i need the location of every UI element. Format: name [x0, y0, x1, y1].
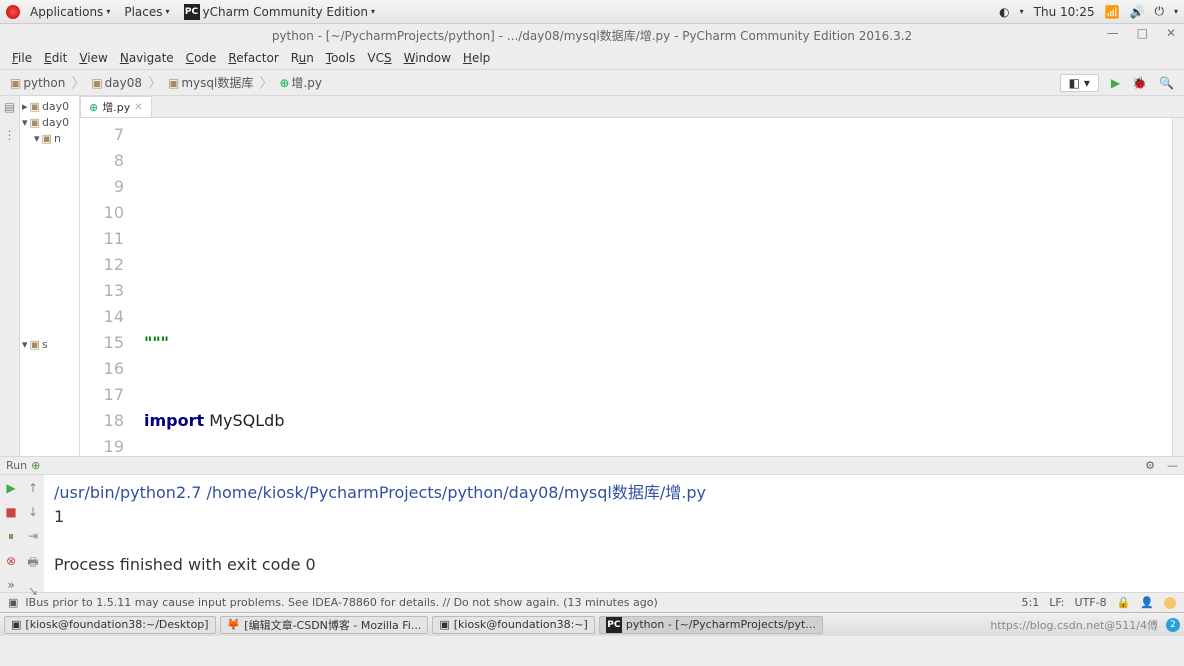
- crumb-mysqldb[interactable]: mysql数据库: [181, 74, 253, 91]
- debug-button[interactable]: 🐞: [1132, 76, 1147, 90]
- status-bar: ▣ IBus prior to 1.5.11 may cause input p…: [0, 592, 1184, 612]
- code-area[interactable]: """ import MySQLdb # 打开门 conn = MySQLdb.…: [136, 118, 1172, 456]
- status-message[interactable]: IBus prior to 1.5.11 may cause input pro…: [25, 596, 657, 609]
- clock[interactable]: Thu 10:25: [1034, 5, 1095, 19]
- python-file-icon: ⊕: [279, 76, 289, 90]
- print-icon[interactable]: 🖶: [27, 553, 38, 574]
- close-button[interactable]: ✕: [1166, 26, 1176, 40]
- event-log-icon[interactable]: [1164, 597, 1176, 609]
- editor-tab[interactable]: ⊕ 增.py ✕: [80, 96, 152, 117]
- editor-scrollbar[interactable]: [1172, 118, 1184, 456]
- run-button[interactable]: ▶: [1111, 76, 1120, 90]
- pycharm-menu[interactable]: PCyCharm Community Edition ▾: [180, 4, 379, 20]
- run-config-selector[interactable]: ◧ ▾: [1060, 74, 1099, 92]
- run-actions-gutter: ▶ ■ ⏸ ⊗ »: [0, 475, 22, 592]
- task-terminal-1[interactable]: ▣[kiosk@foundation38:~/Desktop]: [4, 616, 216, 634]
- wrap-icon[interactable]: ⇥: [28, 529, 38, 543]
- places-menu[interactable]: Places ▾: [120, 5, 173, 19]
- pause-icon[interactable]: ⏸: [8, 529, 14, 544]
- line-numbers: 789 101112 131415 161718 19: [80, 118, 136, 456]
- left-tool-gutter: ▤ ⋮: [0, 96, 20, 456]
- menu-code[interactable]: Code: [182, 49, 221, 67]
- project-tree[interactable]: ▸ ▣day0 ▾ ▣day0 ▾ ▣n ▾ ▣s: [20, 96, 80, 456]
- terminal-icon: ▣: [439, 618, 449, 631]
- menu-navigate[interactable]: Navigate: [116, 49, 178, 67]
- maximize-button[interactable]: □: [1137, 26, 1148, 40]
- navigation-bar: ▣ python 〉 ▣ day08 〉 ▣ mysql数据库 〉 ⊕ 增.py…: [0, 70, 1184, 96]
- folder-icon: ▣: [91, 76, 102, 90]
- applications-menu[interactable]: Applications ▾: [26, 5, 114, 19]
- close-tab-icon[interactable]: ✕: [134, 102, 142, 113]
- folder-icon: ▣: [168, 76, 179, 90]
- run-console[interactable]: /usr/bin/python2.7 /home/kiosk/PycharmPr…: [44, 475, 1184, 592]
- menu-help[interactable]: Help: [459, 49, 494, 67]
- file-encoding[interactable]: UTF-8: [1075, 596, 1107, 609]
- editor-tabs: ⊕ 增.py ✕: [80, 96, 1184, 118]
- task-pycharm[interactable]: PCpython - [~/PycharmProjects/pyt...: [599, 616, 823, 634]
- window-title: python - [~/PycharmProjects/python] - ..…: [272, 27, 912, 44]
- minimize-button[interactable]: —: [1107, 26, 1119, 40]
- power-icon[interactable]: ⏻: [1154, 4, 1164, 19]
- rerun-icon[interactable]: ▶: [6, 481, 15, 495]
- run-actions-gutter-2: ↑ ↓ ⇥ 🖶 ↘: [22, 475, 44, 592]
- accessibility-icon[interactable]: ◐: [999, 5, 1009, 19]
- pycharm-icon: PC: [606, 617, 622, 633]
- network-icon[interactable]: 📶: [1105, 5, 1120, 19]
- activities-icon[interactable]: [6, 5, 20, 19]
- stop-icon[interactable]: ■: [5, 505, 16, 519]
- menu-edit[interactable]: Edit: [40, 49, 71, 67]
- up-icon[interactable]: ↑: [28, 481, 38, 495]
- close-run-icon[interactable]: ⊗: [6, 554, 16, 568]
- menu-run[interactable]: Run: [287, 49, 318, 67]
- console-command: /usr/bin/python2.7 /home/kiosk/PycharmPr…: [54, 481, 1174, 505]
- code-editor[interactable]: 789 101112 131415 161718 19 """ import M…: [80, 118, 1184, 456]
- structure-tool-icon[interactable]: ⋮: [4, 128, 16, 142]
- search-button[interactable]: 🔍: [1159, 76, 1174, 90]
- crumb-file[interactable]: 增.py: [291, 74, 322, 91]
- window-titlebar: python - [~/PycharmProjects/python] - ..…: [0, 24, 1184, 46]
- crumb-day08[interactable]: day08: [105, 76, 142, 90]
- run-tool-header: Run ⊕ ⚙ —: [0, 456, 1184, 474]
- task-terminal-2[interactable]: ▣[kiosk@foundation38:~]: [432, 616, 595, 634]
- run-script-icon: ⊕: [31, 459, 40, 472]
- inspector-icon[interactable]: 👤: [1140, 596, 1154, 609]
- menu-tools[interactable]: Tools: [322, 49, 360, 67]
- menu-view[interactable]: View: [75, 49, 111, 67]
- menu-refactor[interactable]: Refactor: [224, 49, 282, 67]
- python-file-icon: ⊕: [89, 101, 98, 114]
- workspace-indicator[interactable]: 2: [1166, 618, 1180, 632]
- line-separator[interactable]: LF:: [1049, 596, 1064, 609]
- task-firefox[interactable]: 🦊[编辑文章-CSDN博客 - Mozilla Fi...: [220, 616, 429, 634]
- console-exit: Process finished with exit code 0: [54, 553, 1174, 577]
- menu-vcs[interactable]: VCS: [363, 49, 395, 67]
- project-tool-icon[interactable]: ▤: [4, 100, 15, 114]
- console-output: 1: [54, 505, 1174, 529]
- menu-file[interactable]: File: [8, 49, 36, 67]
- lock-icon[interactable]: 🔒: [1117, 596, 1131, 609]
- settings-icon[interactable]: ⚙: [1145, 459, 1155, 472]
- terminal-icon: ▣: [11, 618, 21, 631]
- folder-icon: ▣: [10, 76, 21, 90]
- menu-bar: File Edit View Navigate Code Refactor Ru…: [0, 46, 1184, 70]
- menu-window[interactable]: Window: [400, 49, 455, 67]
- more-icon[interactable]: »: [7, 578, 14, 592]
- watermark: https://blog.csdn.net@511/4傅: [990, 617, 1162, 633]
- tool-window-toggle-icon[interactable]: ▣: [8, 596, 18, 609]
- gnome-top-bar: Applications ▾ Places ▾ PCyCharm Communi…: [0, 0, 1184, 24]
- firefox-icon: 🦊: [227, 618, 241, 631]
- down-icon[interactable]: ↓: [28, 505, 38, 519]
- cursor-position: 5:1: [1022, 596, 1040, 609]
- volume-icon[interactable]: 🔊: [1130, 5, 1145, 19]
- gnome-taskbar: ▣[kiosk@foundation38:~/Desktop] 🦊[编辑文章-C…: [0, 612, 1184, 636]
- run-tool-label[interactable]: Run: [6, 459, 27, 472]
- minimize-tool-icon[interactable]: —: [1167, 459, 1178, 472]
- crumb-python[interactable]: python: [23, 76, 65, 90]
